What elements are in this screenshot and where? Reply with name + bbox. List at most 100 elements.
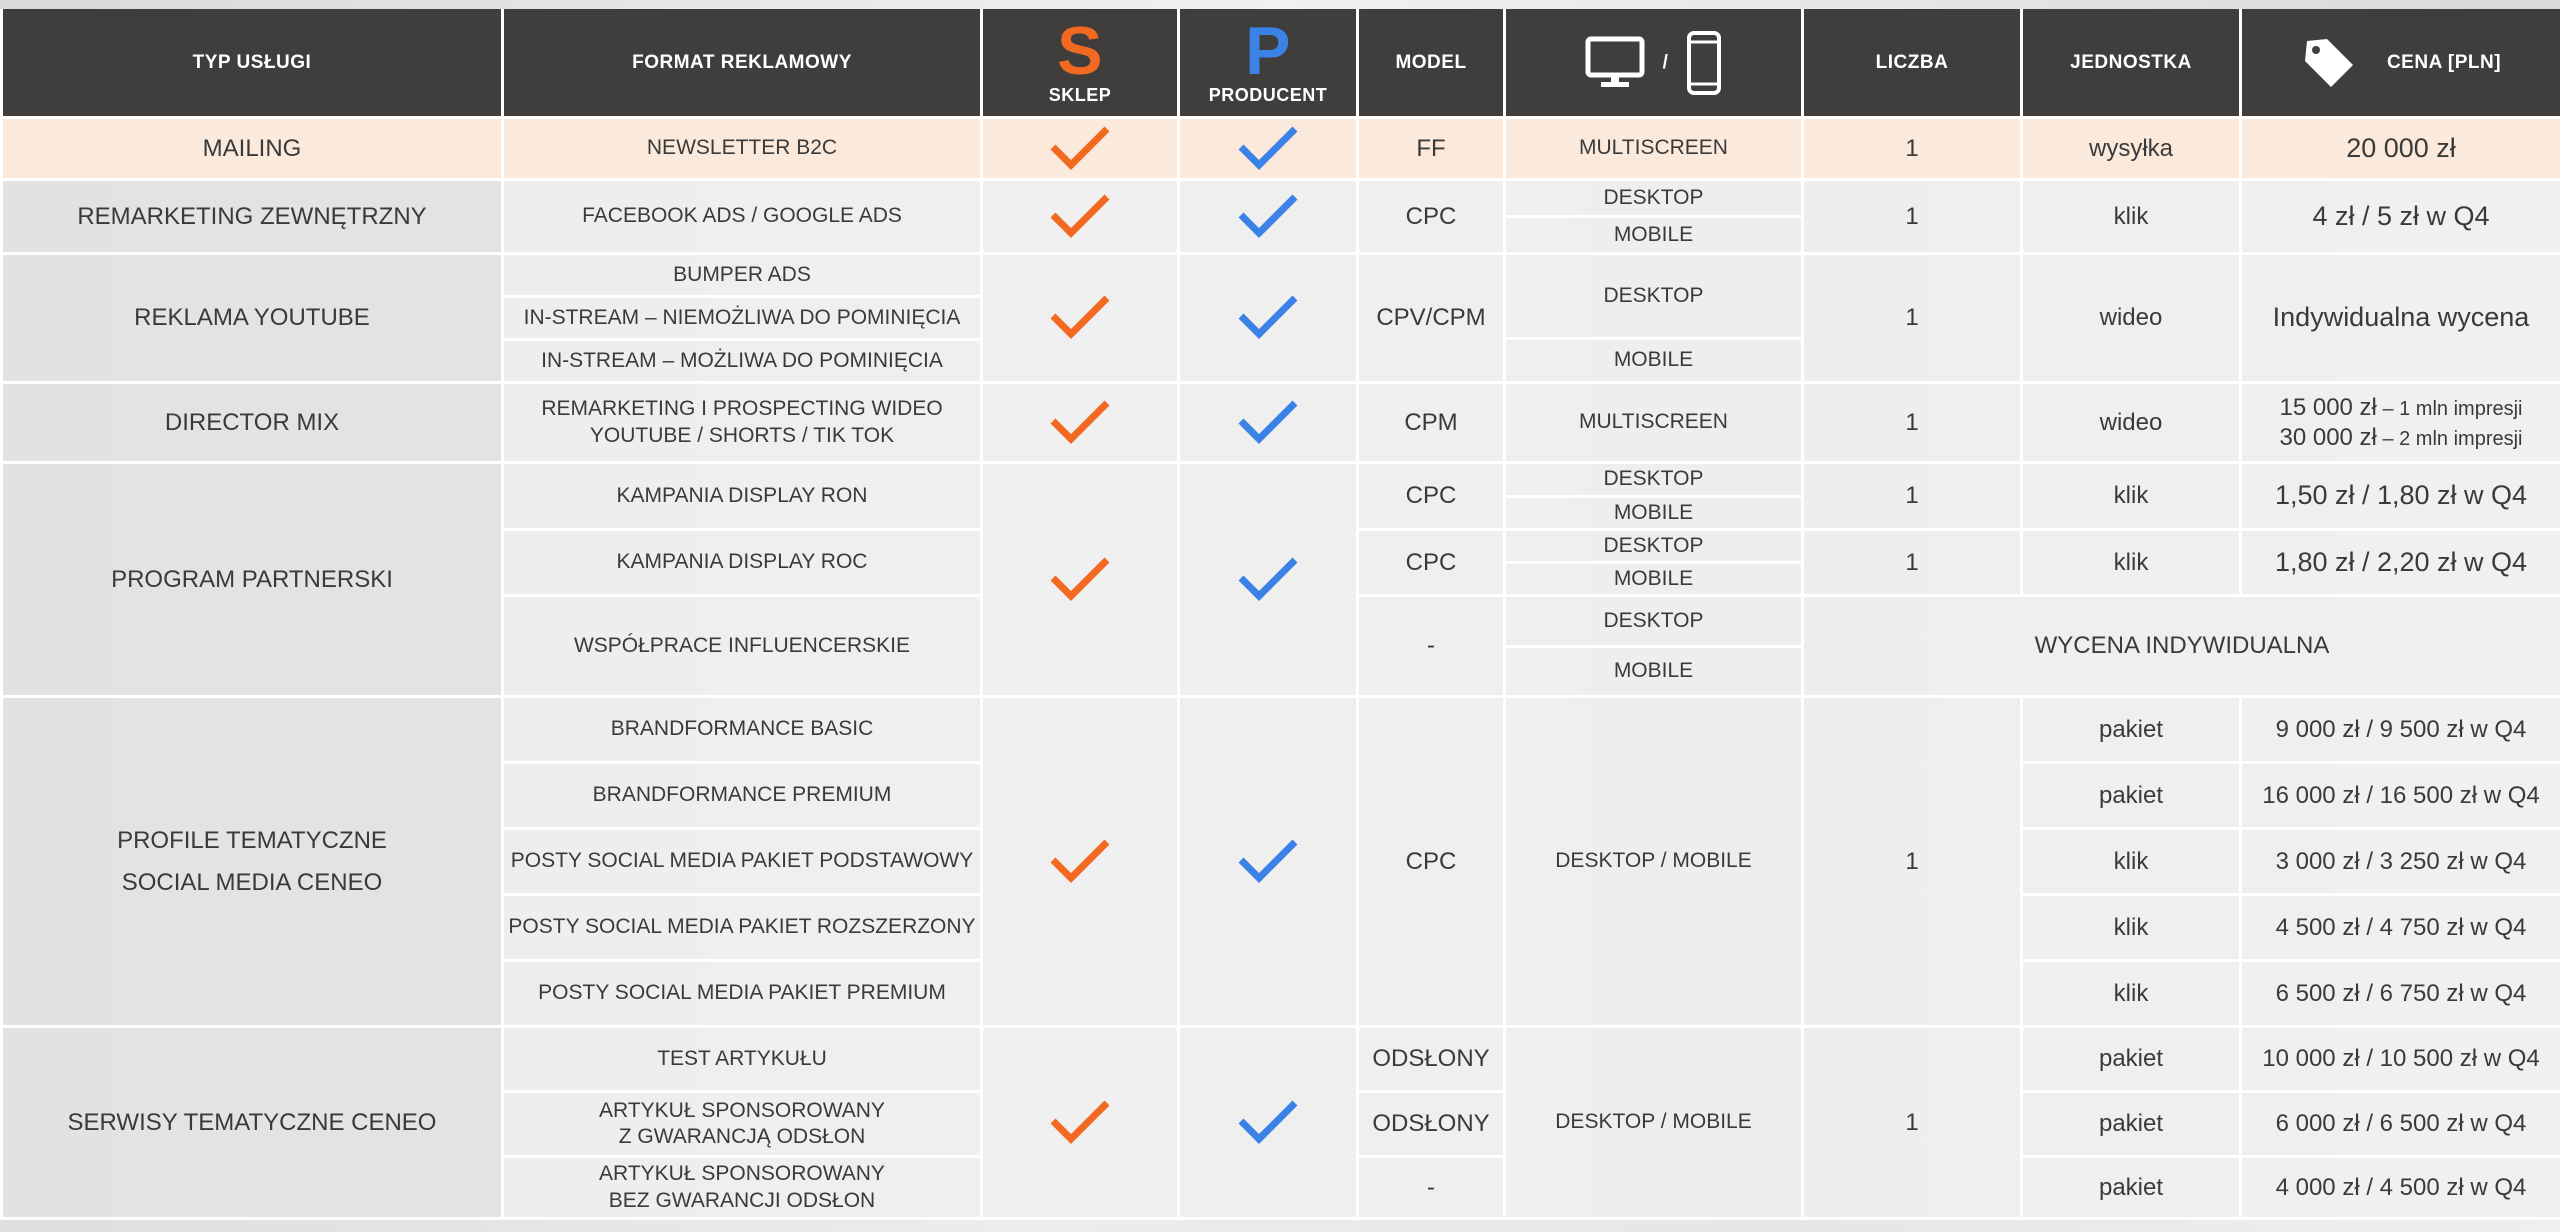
price: 15 000 zł – 1 mln impresji 30 000 zł – 2… (2239, 381, 2560, 464)
unit: pakiet (2020, 695, 2242, 764)
price: 1,80 zł / 2,20 zł w Q4 (2239, 528, 2560, 597)
header-devices: / (1503, 9, 1804, 119)
ad-format: POSTY SOCIAL MEDIA PAKIET PREMIUM (501, 959, 983, 1028)
sklep-check (980, 695, 1180, 1028)
checkmark-icon (1050, 295, 1110, 339)
price: 1,50 zł / 1,80 zł w Q4 (2239, 461, 2560, 531)
table-row: REMARKETING ZEWNĘTRZNY FACEBOOK ADS / GO… (0, 178, 2560, 255)
sklep-label: SKLEP (1048, 85, 1112, 105)
count: 1 (1801, 381, 2023, 464)
device: MOBILE (1503, 645, 1804, 698)
ad-format: BRANDFORMANCE BASIC (501, 695, 983, 764)
unit: klik (2020, 528, 2242, 597)
checkmark-icon (1050, 1100, 1110, 1144)
device: DESKTOP (1503, 528, 1804, 564)
checkmark-icon (1238, 295, 1298, 339)
checkmark-icon (1238, 1100, 1298, 1144)
table-row: REKLAMA YOUTUBE BUMPER ADS CPV/CPM DESKT… (0, 252, 2560, 384)
table-row: MAILING NEWSLETTER B2C FF MULTISCREEN 1 … (0, 116, 2560, 181)
price: 9 000 zł / 9 500 zł w Q4 (2239, 695, 2560, 764)
ad-format: KAMPANIA DISPLAY ROC (501, 528, 983, 597)
producent-logo: P (1245, 13, 1291, 89)
service-type: PROGRAM PARTNERSKI (0, 461, 504, 698)
ad-format: IN-STREAM – NIEMOŻLIWA DO POMINIĘCIA (501, 295, 983, 341)
ad-format: POSTY SOCIAL MEDIA PAKIET ROZSZERZONY (501, 893, 983, 962)
checkmark-icon (1050, 400, 1110, 444)
header-format: FORMAT REKLAMOWY (501, 9, 983, 119)
ad-format-line: Z GWARANCJĄ ODSŁON (618, 1125, 866, 1148)
pricing-table: TYP USŁUGI FORMAT REKLAMOWY S SKLEP P PR… (0, 9, 2560, 1220)
ad-format: ARTYKUŁ SPONSOROWANY Z GWARANCJĄ ODSŁON (501, 1090, 983, 1158)
price-note: – 2 mln impresji (2376, 427, 2523, 450)
model: - (1356, 1155, 1506, 1220)
device: MULTISCREEN (1503, 116, 1804, 181)
price: 4 000 zł / 4 500 zł w Q4 (2239, 1155, 2560, 1220)
monitor-icon (1585, 36, 1645, 87)
ad-format: POSTY SOCIAL MEDIA PAKIET PODSTAWOWY (501, 827, 983, 896)
price-main: 30 000 zł (2279, 423, 2377, 451)
service-type-line: SOCIAL MEDIA CENEO (121, 868, 383, 896)
checkmark-icon (1050, 557, 1110, 601)
header-producent: P PRODUCENT (1177, 9, 1359, 119)
checkmark-icon (1238, 126, 1298, 170)
device: DESKTOP (1503, 178, 1804, 218)
price: 10 000 zł / 10 500 zł w Q4 (2239, 1025, 2560, 1093)
price: 6 500 zł / 6 750 zł w Q4 (2239, 959, 2560, 1028)
producent-check (1177, 1025, 1359, 1220)
sklep-logo: S (1057, 13, 1103, 89)
service-type: PROFILE TEMATYCZNE SOCIAL MEDIA CENEO (0, 695, 504, 1028)
device: MOBILE (1503, 561, 1804, 597)
count: 1 (1801, 178, 2023, 255)
unit: klik (2020, 893, 2242, 962)
device: MOBILE (1503, 495, 1804, 531)
price: 20 000 zł (2239, 116, 2560, 181)
table-row: SERWISY TEMATYCZNE CENEO TEST ARTYKUŁU O… (0, 1025, 2560, 1220)
ad-format: BRANDFORMANCE PREMIUM (501, 761, 983, 830)
service-type: REKLAMA YOUTUBE (0, 252, 504, 384)
unit: klik (2020, 178, 2242, 255)
price: Indywidualna wycena (2239, 252, 2560, 384)
checkmark-icon (1238, 400, 1298, 444)
header-liczba: LICZBA (1801, 9, 2023, 119)
pricing-page: TYP USŁUGI FORMAT REKLAMOWY S SKLEP P PR… (0, 0, 2560, 1232)
price: 16 000 zł / 16 500 zł w Q4 (2239, 761, 2560, 830)
device: MOBILE (1503, 337, 1804, 384)
header-jednostka: JEDNOSTKA (2020, 9, 2242, 119)
table-row: DIRECTOR MIX REMARKETING I PROSPECTING W… (0, 381, 2560, 464)
price: 4 500 zł / 4 750 zł w Q4 (2239, 893, 2560, 962)
model: - (1356, 594, 1506, 698)
table-row: PROGRAM PARTNERSKI KAMPANIA DISPLAY RON … (0, 461, 2560, 698)
unit: pakiet (2020, 1025, 2242, 1093)
service-type: SERWISY TEMATYCZNE CENEO (0, 1025, 504, 1220)
device: DESKTOP (1503, 594, 1804, 648)
checkmark-icon (1238, 194, 1298, 238)
producent-label: PRODUCENT (1208, 85, 1328, 105)
model: CPV/CPM (1356, 252, 1506, 384)
device-separator: / (1662, 51, 1669, 73)
top-strip (0, 0, 2560, 9)
producent-check (1177, 695, 1359, 1028)
ad-format: BUMPER ADS (501, 252, 983, 298)
device: MOBILE (1503, 215, 1804, 255)
ad-format-line: REMARKETING I PROSPECTING WIDEO (541, 397, 943, 421)
unit: wideo (2020, 381, 2242, 464)
model: CPC (1356, 178, 1506, 255)
device: DESKTOP (1503, 461, 1804, 498)
count: 1 (1801, 1025, 2023, 1220)
ad-format: FACEBOOK ADS / GOOGLE ADS (501, 178, 983, 255)
smartphone-icon (1687, 30, 1722, 95)
count: 1 (1801, 528, 2023, 597)
price: 6 000 zł / 6 500 zł w Q4 (2239, 1090, 2560, 1158)
checkmark-icon (1050, 126, 1110, 170)
ad-format: KAMPANIA DISPLAY RON (501, 461, 983, 531)
ad-format-line: TEST ARTYKUŁU (657, 1046, 827, 1070)
price: 3 000 zł / 3 250 zł w Q4 (2239, 827, 2560, 896)
count: 1 (1801, 116, 2023, 181)
ad-format: IN-STREAM – MOŻLIWA DO POMINIĘCIA (501, 338, 983, 384)
header-model: MODEL (1356, 9, 1506, 119)
model: CPC (1356, 461, 1506, 531)
checkmark-icon (1050, 194, 1110, 238)
header-cena-label: CENA [PLN] (2386, 51, 2502, 73)
checkmark-icon (1238, 557, 1298, 601)
service-type: MAILING (0, 116, 504, 181)
